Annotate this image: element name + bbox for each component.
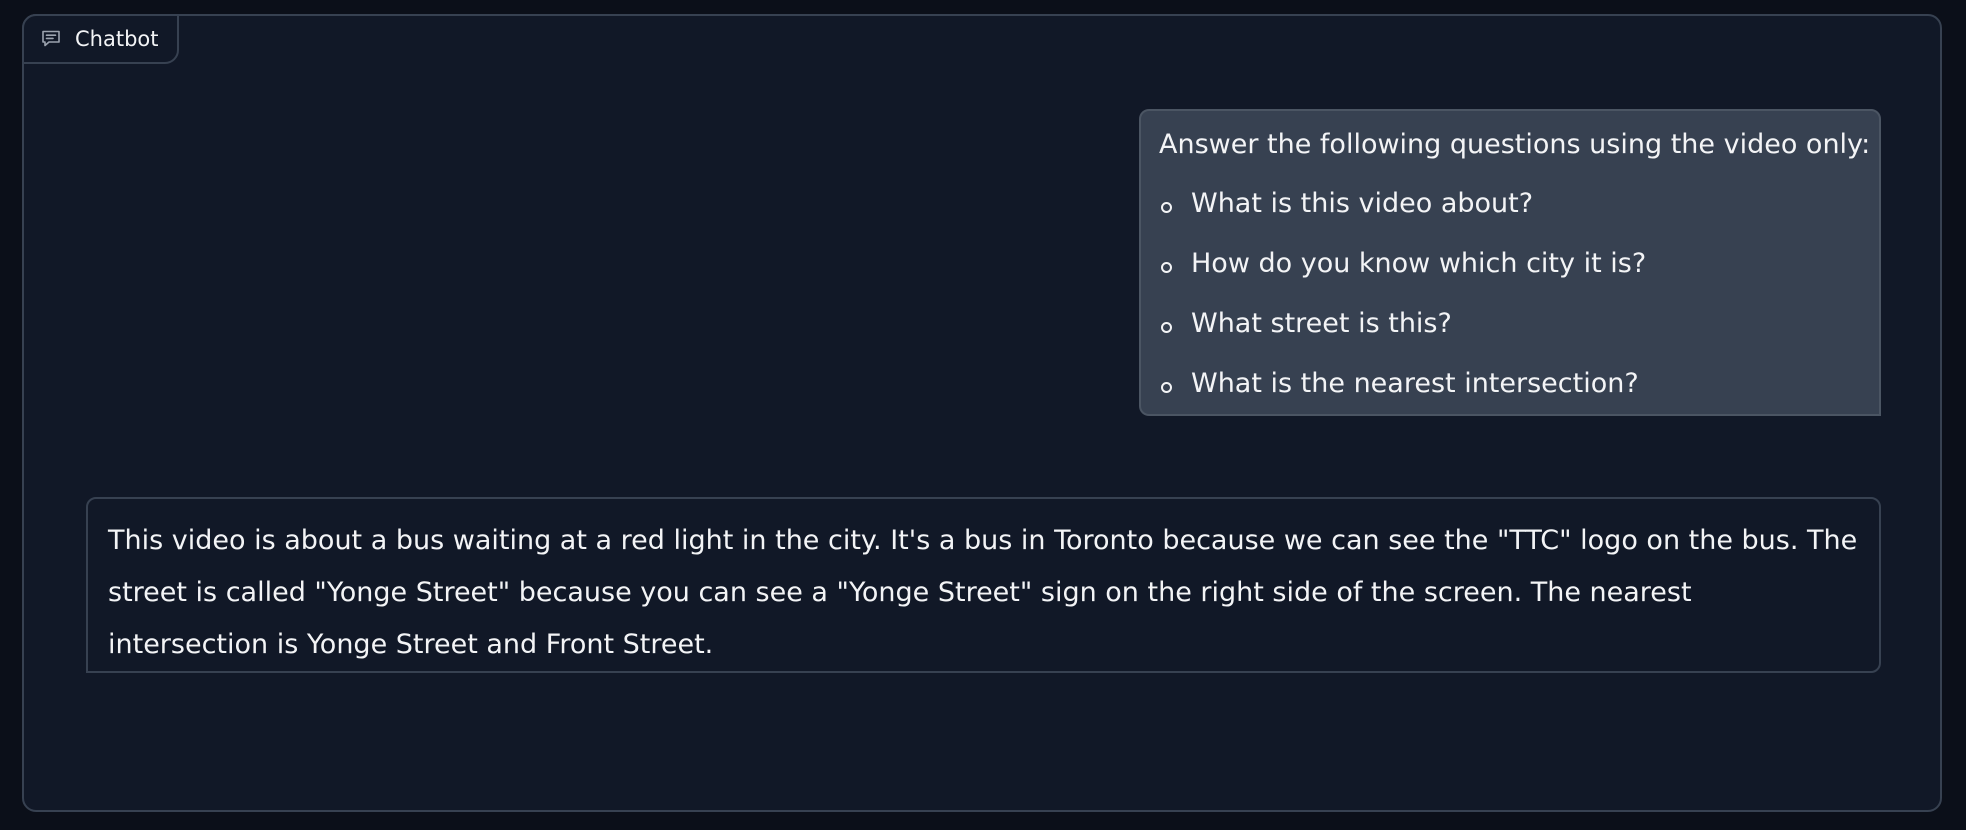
bullet-circle-icon (1161, 322, 1172, 333)
bot-message-text: This video is about a bus waiting at a r… (108, 525, 1858, 660)
bot-message: This video is about a bus waiting at a r… (86, 497, 1881, 673)
question-text: How do you know which city it is? (1191, 248, 1647, 279)
block-label: Chatbot (22, 14, 179, 64)
question-item: What is this video about? (1159, 161, 1861, 221)
bullet-circle-icon (1161, 262, 1172, 273)
question-text: What is this video about? (1191, 188, 1534, 219)
user-message-intro: Answer the following questions using the… (1159, 129, 1871, 160)
block-label-text: Chatbot (75, 26, 159, 51)
question-list: What is this video about? How do you kno… (1159, 161, 1861, 401)
question-item: What street is this? (1159, 281, 1861, 341)
question-item: How do you know which city it is? (1159, 221, 1861, 281)
question-text: What street is this? (1191, 308, 1452, 339)
bullet-circle-icon (1161, 382, 1172, 393)
user-message: Answer the following questions using the… (1139, 109, 1881, 416)
question-text: What is the nearest intersection? (1191, 368, 1639, 399)
bullet-circle-icon (1161, 202, 1172, 213)
chat-bubble-icon (40, 29, 62, 49)
question-item: What is the nearest intersection? (1159, 341, 1861, 401)
chatbot-panel: Chatbot Answer the following questions u… (22, 14, 1942, 812)
